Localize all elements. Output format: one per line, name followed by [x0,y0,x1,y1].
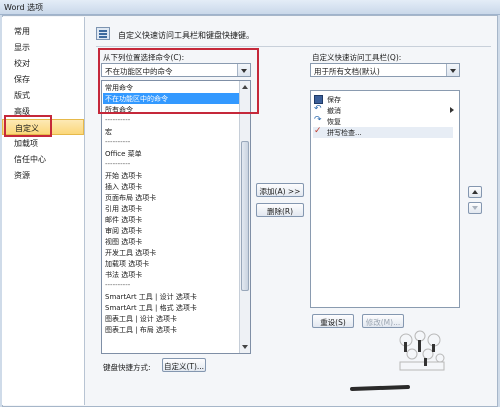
remove-button[interactable]: 删除(R) [256,203,304,217]
divider [96,46,491,47]
scroll-thumb[interactable] [241,141,249,291]
dropdown-option[interactable]: 邮件 选项卡 [103,214,239,225]
sidebar-item-display[interactable]: 显示 [2,39,84,55]
dropdown-option[interactable]: 审阅 选项卡 [103,225,239,236]
sidebar-item-proofing[interactable]: 校对 [2,55,84,71]
move-up-button[interactable] [468,186,482,198]
sidebar-item-label: 资源 [14,171,30,180]
list-item[interactable]: 保存 [313,94,453,105]
list-item[interactable]: 撤消 [313,104,454,116]
sidebar-item-label: 常用 [14,27,30,36]
sidebar-item-label: 版式 [14,91,30,100]
dropdown-option[interactable]: 图表工具 | 布局 选项卡 [103,324,239,335]
dropdown-option[interactable]: SmartArt 工具 | 格式 选项卡 [103,302,239,313]
sidebar-item-save[interactable]: 保存 [2,71,84,87]
dropdown-option[interactable]: 插入 选项卡 [103,181,239,192]
highlight-box-dropdown [98,48,259,114]
dropdown-option[interactable]: 加载项 选项卡 [103,258,239,269]
dropdown-separator: ---------- [105,281,131,289]
customize-keyboard-button[interactable]: 自定义(T)... [162,358,206,372]
dropdown-option[interactable]: 引用 选项卡 [103,203,239,214]
customize-qat-label: 自定义快速访问工具栏(Q): [312,53,402,62]
dropdown-option[interactable]: 开发工具 选项卡 [103,247,239,258]
reset-button[interactable]: 重设(S) [312,314,354,328]
sidebar-item-label: 保存 [14,75,30,84]
add-button[interactable]: 添加(A) >> [256,183,304,197]
sidebar-item-label: 显示 [14,43,30,52]
dropdown-option[interactable]: 开始 选项卡 [103,170,239,181]
undo-icon [314,104,323,115]
dropdown-scrollbar[interactable] [239,81,250,353]
dropdown-separator: ---------- [105,138,131,146]
window-title: Word 选项 [4,3,44,12]
sidebar-item-addins[interactable]: 加载项 [2,135,84,151]
dropdown-option[interactable]: SmartArt 工具 | 设计 选项卡 [103,291,239,302]
title-bar: Word 选项 [0,0,500,15]
list-item[interactable]: 拼写检查... [313,126,453,138]
scroll-down-icon[interactable] [241,343,249,352]
dropdown-option[interactable]: Office 菜单 [103,148,239,159]
submenu-arrow-icon [450,107,454,113]
customize-qat-combo[interactable]: 用于所有文档(默认) [310,63,460,77]
dropdown-option[interactable]: 书法 选项卡 [103,269,239,280]
sidebar-item-general[interactable]: 常用 [2,23,84,39]
sidebar-item-label: 信任中心 [14,155,46,164]
sidebar-item-resources[interactable]: 资源 [2,167,84,183]
sidebar-item-trust-center[interactable]: 信任中心 [2,151,84,167]
dropdown-option[interactable]: 页面布局 选项卡 [103,192,239,203]
sidebar-item-layout[interactable]: 版式 [2,87,84,103]
sidebar-item-label: 校对 [14,59,30,68]
spelling-icon [314,126,323,137]
dropdown-option[interactable]: 宏 [103,126,239,137]
dropdown-option[interactable]: 视图 选项卡 [103,236,239,247]
watermark-graphic [399,330,445,371]
move-down-button[interactable] [468,202,482,214]
chevron-down-icon[interactable] [446,64,459,76]
redo-icon [314,115,323,126]
toolbar-icon [96,27,110,40]
choose-from-dropdown: 常用命令 不在功能区中的命令 所有命令 ---------- 宏 -------… [101,80,251,354]
dropdown-separator: ---------- [105,160,131,168]
save-icon [314,95,323,104]
sidebar-item-label: 加载项 [14,139,38,148]
sidebar: 常用 显示 校对 保存 版式 高级 自定义 加载项 信任中心 资源 [2,17,85,405]
dropdown-separator: ---------- [105,116,131,124]
customize-qat-value: 用于所有文档(默认) [314,67,380,76]
keyboard-shortcuts-label: 键盘快捷方式: [103,363,151,372]
qat-command-list: 保存 撤消 恢复 拼写检查... [310,90,460,308]
list-item[interactable]: 恢复 [313,115,453,127]
highlight-box-sidebar [4,115,52,137]
dropdown-option[interactable]: 图表工具 | 设计 选项卡 [103,313,239,324]
section-header: 自定义快速访问工具栏和键盘快捷键。 [118,31,254,40]
